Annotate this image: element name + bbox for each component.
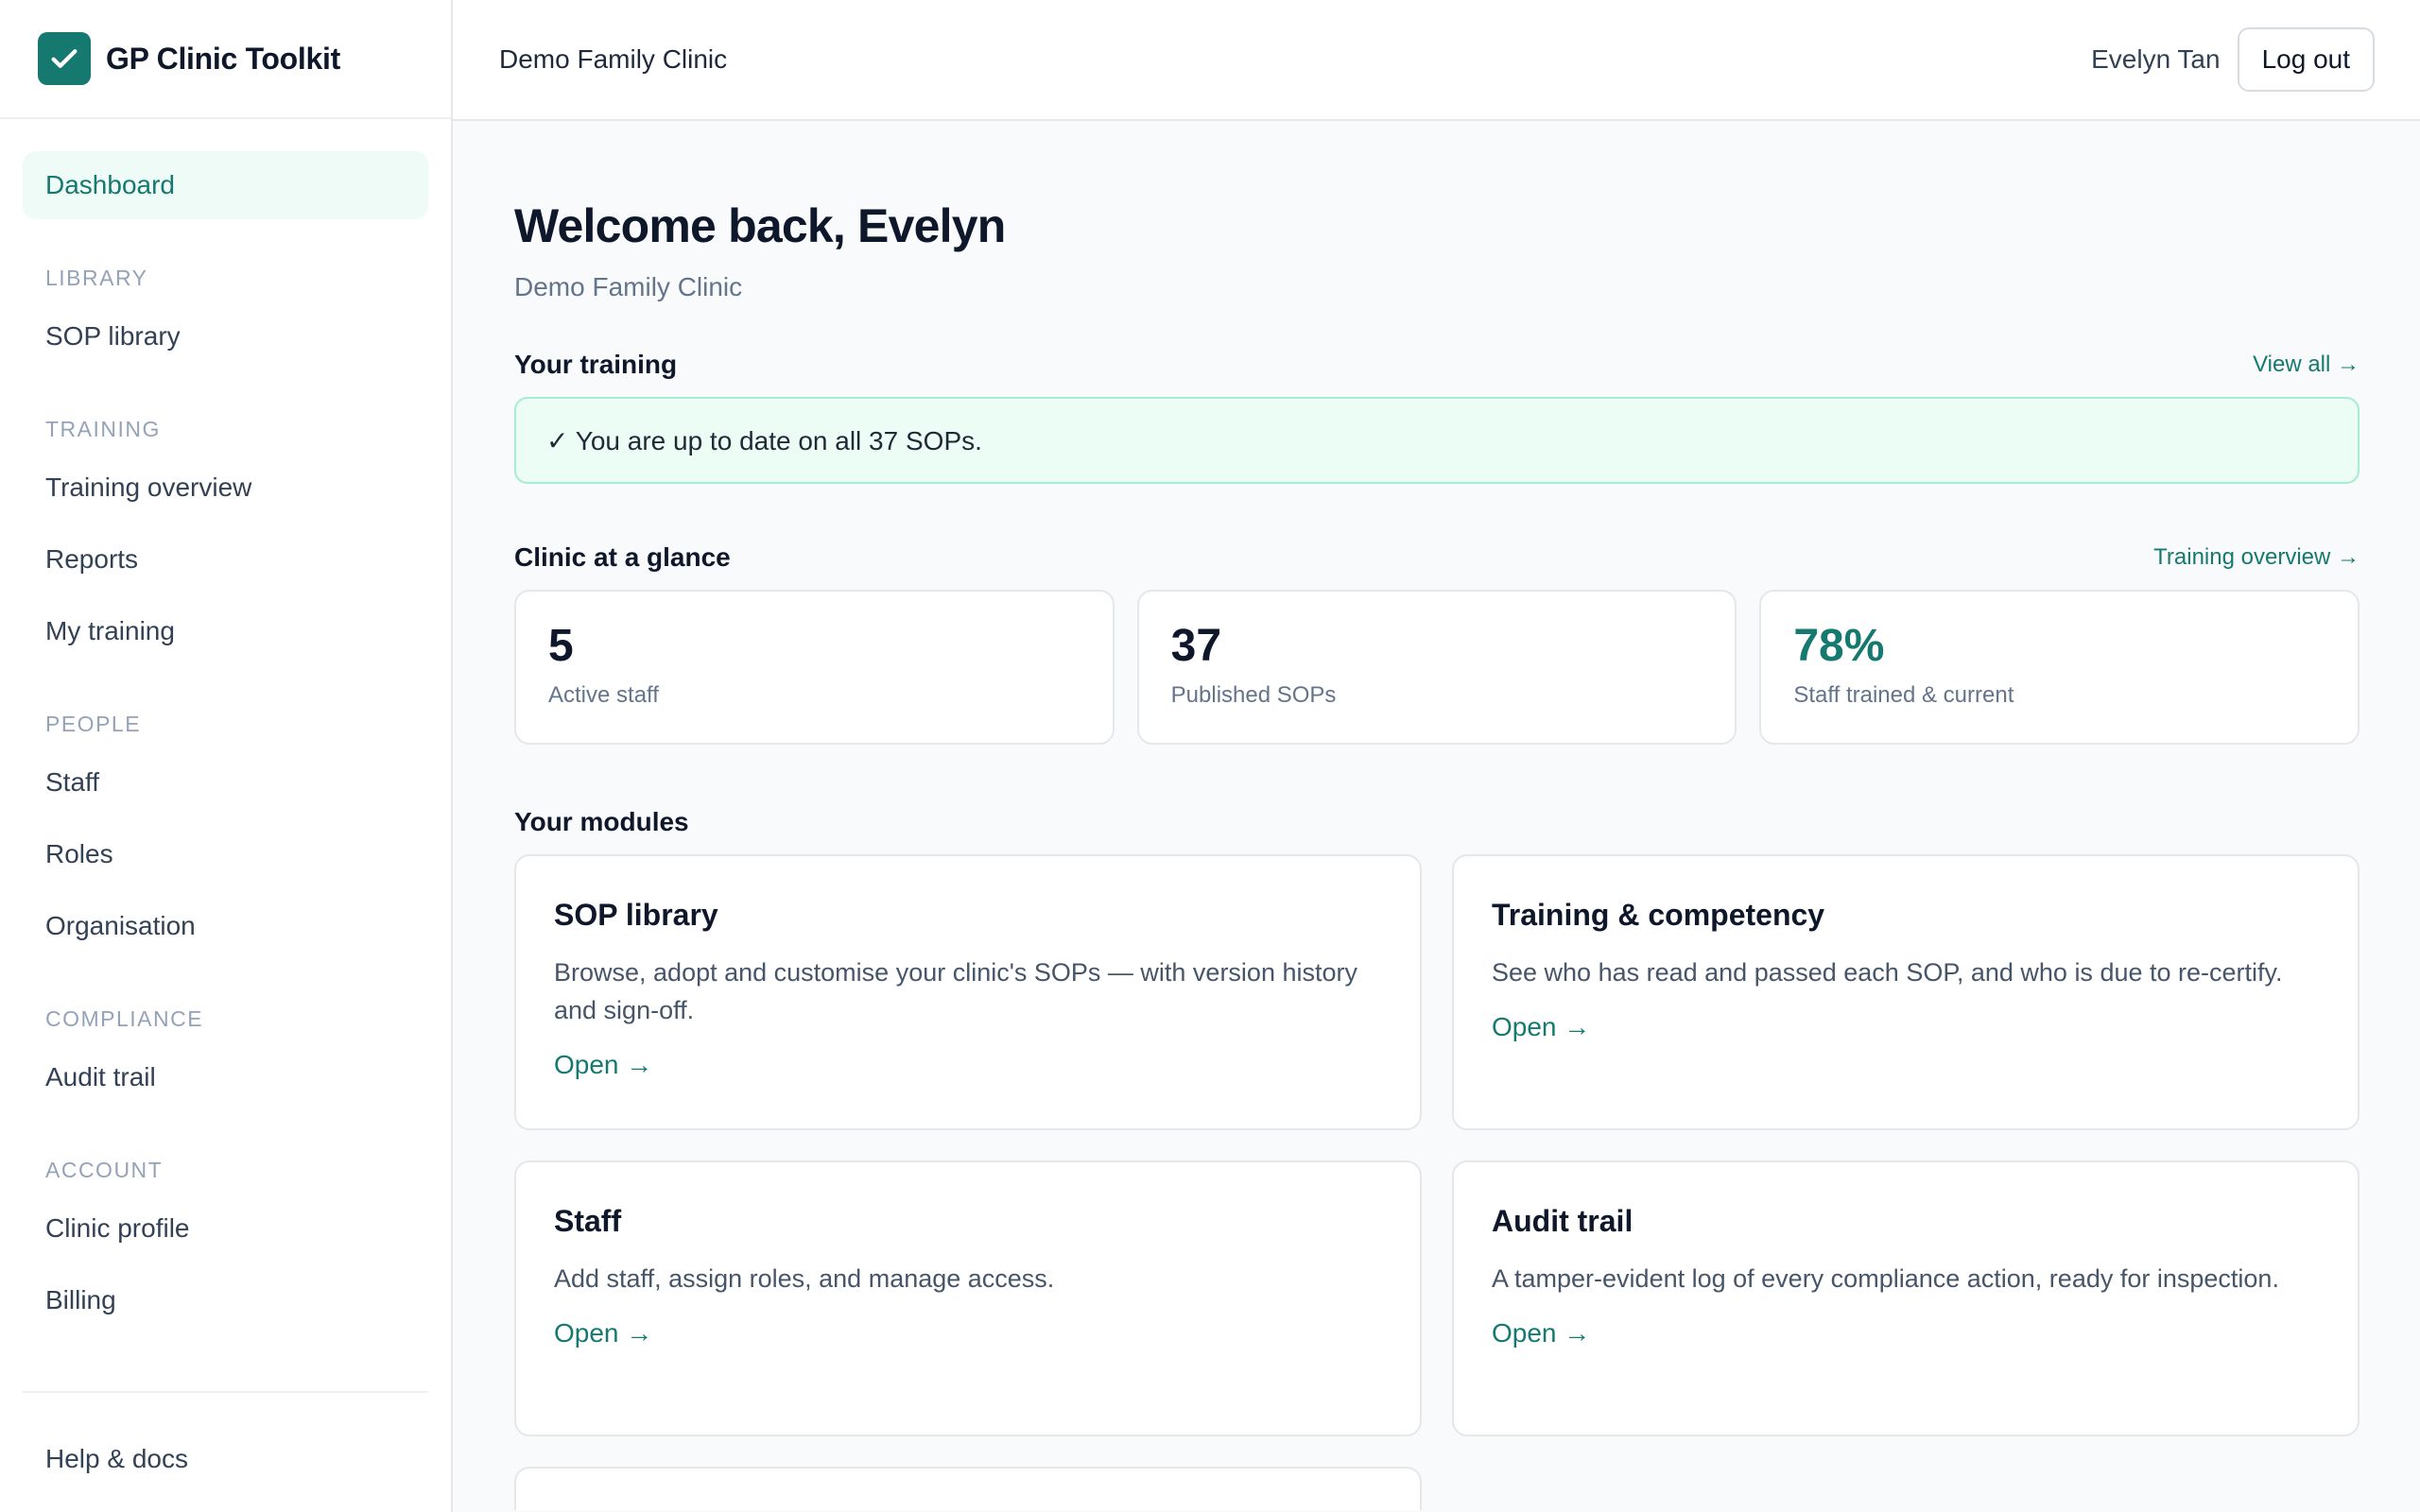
module-card-staff[interactable]: Staff Add staff, assign roles, and manag… bbox=[514, 1160, 1422, 1436]
sidebar-item-billing[interactable]: Billing bbox=[23, 1266, 428, 1334]
nav-section-compliance: COMPLIANCE bbox=[45, 1006, 204, 1031]
main-content: Welcome back, Evelyn Demo Family Clinic … bbox=[514, 121, 2360, 1510]
module-card-partial[interactable] bbox=[514, 1467, 1422, 1510]
sidebar-item-sop-library[interactable]: SOP library bbox=[23, 302, 428, 370]
sidebar: GP Clinic Toolkit Dashboard LIBRARY SOP … bbox=[0, 0, 453, 1512]
brand[interactable]: GP Clinic Toolkit bbox=[0, 0, 451, 119]
logout-button[interactable]: Log out bbox=[2237, 27, 2375, 92]
stat-value: 78% bbox=[1793, 621, 1885, 671]
stat-card-trained-current: 78% Staff trained & current bbox=[1759, 590, 2360, 745]
module-card-training-competency[interactable]: Training & competency See who has read a… bbox=[1452, 854, 2360, 1130]
header-clinic-name: Demo Family Clinic bbox=[499, 44, 728, 74]
sidebar-item-dashboard[interactable]: Dashboard bbox=[23, 151, 428, 219]
sidebar-item-roles[interactable]: Roles bbox=[23, 820, 428, 888]
module-title: Staff bbox=[554, 1204, 622, 1238]
module-description: A tamper-evident log of every compliance… bbox=[1492, 1264, 2279, 1293]
stat-value: 5 bbox=[548, 621, 574, 671]
module-title: SOP library bbox=[554, 898, 718, 932]
header-user-area: Evelyn Tan Log out bbox=[2091, 27, 2375, 92]
sidebar-divider bbox=[23, 1391, 428, 1393]
nav-section-account: ACCOUNT bbox=[45, 1158, 164, 1182]
sidebar-item-my-training[interactable]: My training bbox=[23, 597, 428, 665]
check-icon bbox=[38, 32, 91, 85]
stat-value: 37 bbox=[1170, 621, 1222, 671]
sidebar-item-audit-trail[interactable]: Audit trail bbox=[23, 1043, 428, 1111]
page-title: Welcome back, Evelyn bbox=[514, 199, 1006, 252]
sidebar-item-staff[interactable]: Staff bbox=[23, 748, 428, 816]
module-description: Browse, adopt and customise your clinic'… bbox=[554, 958, 1357, 1024]
training-overview-link[interactable]: Training overview → bbox=[2153, 544, 2360, 571]
module-open-link[interactable]: Open → bbox=[1492, 1012, 1590, 1042]
stat-card-active-staff: 5 Active staff bbox=[514, 590, 1115, 745]
sidebar-item-reports[interactable]: Reports bbox=[23, 525, 428, 593]
page-subtitle: Demo Family Clinic bbox=[514, 272, 743, 301]
module-open-link[interactable]: Open → bbox=[1492, 1318, 1590, 1349]
stat-card-published-sops: 37 Published SOPs bbox=[1136, 590, 1737, 745]
sidebar-nav: Dashboard LIBRARY SOP library TRAINING T… bbox=[0, 119, 451, 1493]
sidebar-item-training-overview[interactable]: Training overview bbox=[23, 454, 428, 522]
modules-section-title: Your modules bbox=[514, 807, 689, 836]
header-user-name: Evelyn Tan bbox=[2091, 44, 2221, 74]
module-open-link[interactable]: Open → bbox=[554, 1318, 652, 1349]
sidebar-item-clinic-profile[interactable]: Clinic profile bbox=[23, 1194, 428, 1263]
glance-section: Clinic at a glance Training overview → 5… bbox=[514, 542, 2360, 745]
training-status-notice: ✓ You are up to date on all 37 SOPs. bbox=[514, 397, 2360, 484]
training-section-title: Your training bbox=[514, 350, 678, 379]
module-title: Audit trail bbox=[1492, 1204, 1634, 1238]
module-card-audit-trail[interactable]: Audit trail A tamper-evident log of ever… bbox=[1452, 1160, 2360, 1436]
module-title: Training & competency bbox=[1492, 898, 1825, 932]
top-header: Demo Family Clinic Evelyn Tan Log out bbox=[453, 0, 2420, 121]
sidebar-item-organisation[interactable]: Organisation bbox=[23, 892, 428, 960]
modules-section: Your modules SOP library Browse, adopt a… bbox=[514, 807, 2360, 1510]
glance-section-title: Clinic at a glance bbox=[514, 542, 731, 572]
module-description: Add staff, assign roles, and manage acce… bbox=[554, 1264, 1055, 1293]
nav-section-training: TRAINING bbox=[45, 417, 161, 441]
module-card-sop-library[interactable]: SOP library Browse, adopt and customise … bbox=[514, 854, 1422, 1130]
nav-section-people: PEOPLE bbox=[45, 712, 142, 736]
sidebar-item-help-docs[interactable]: Help & docs bbox=[23, 1425, 428, 1493]
training-section: Your training View all → ✓ You are up to… bbox=[514, 350, 2360, 484]
stat-label: Staff trained & current bbox=[1793, 682, 2014, 708]
view-all-link[interactable]: View all → bbox=[2253, 352, 2360, 378]
module-open-link[interactable]: Open → bbox=[554, 1050, 652, 1080]
stat-label: Active staff bbox=[548, 682, 659, 708]
stat-label: Published SOPs bbox=[1170, 682, 1337, 708]
module-description: See who has read and passed each SOP, an… bbox=[1492, 958, 2283, 987]
brand-name: GP Clinic Toolkit bbox=[106, 41, 340, 76]
nav-section-library: LIBRARY bbox=[45, 266, 148, 290]
